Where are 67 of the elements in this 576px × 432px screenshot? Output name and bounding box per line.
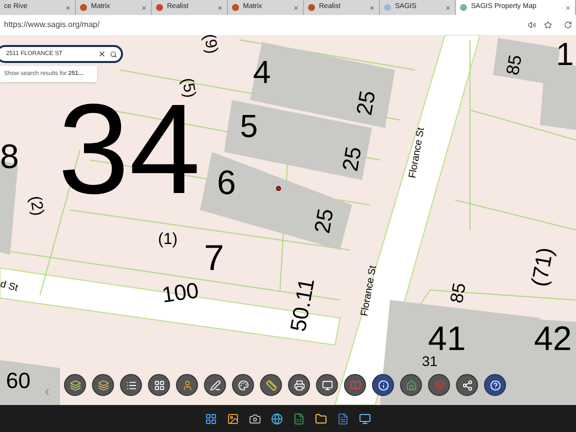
map-label: 85	[503, 54, 525, 76]
close-icon[interactable]	[141, 4, 147, 10]
map-label: 1	[556, 38, 574, 70]
map-label: 25	[353, 89, 380, 117]
printer-icon	[294, 380, 304, 390]
spreadsheet-icon[interactable]	[293, 412, 305, 424]
photos-icon[interactable]	[227, 412, 239, 424]
help-icon	[490, 380, 500, 390]
map-label: 42	[534, 322, 572, 356]
pen-icon	[210, 380, 220, 390]
person-icon	[182, 380, 192, 390]
palette-icon	[238, 380, 248, 390]
map-label: 5	[240, 110, 258, 142]
map-label: 60	[6, 370, 30, 392]
map-label: 25	[339, 145, 366, 173]
map-label: (1)	[158, 232, 178, 248]
map-label: 31	[422, 354, 438, 368]
magnet-icon	[434, 380, 444, 390]
map-label: d St	[0, 280, 19, 294]
map-label: 6	[217, 166, 236, 200]
refresh-icon[interactable]	[564, 21, 572, 29]
map-label: (9)	[200, 32, 220, 56]
map-label: 100	[160, 280, 200, 306]
grid-icon	[154, 380, 164, 390]
read-aloud-icon[interactable]	[528, 21, 536, 29]
close-icon[interactable]	[445, 4, 451, 10]
close-icon[interactable]	[65, 4, 71, 10]
layers-icon	[70, 380, 80, 390]
search-icon[interactable]	[110, 50, 117, 58]
monitor-icon	[322, 380, 332, 390]
map-label: (2)	[26, 194, 46, 218]
info-icon	[378, 380, 388, 390]
windows-start-icon[interactable]	[205, 412, 217, 424]
site-favicon-icon	[384, 4, 391, 11]
site-favicon-icon	[80, 4, 87, 11]
map-label: 25	[311, 207, 338, 235]
app-icon[interactable]	[359, 412, 371, 424]
site-favicon-icon	[232, 4, 239, 11]
site-favicon-icon	[308, 4, 315, 11]
close-icon[interactable]	[217, 4, 223, 10]
site-favicon-icon	[460, 4, 467, 11]
map-label: 85	[447, 282, 469, 304]
close-icon[interactable]	[565, 4, 571, 10]
map-label: Florance St	[360, 264, 379, 318]
clear-icon[interactable]	[98, 50, 106, 58]
map-label: 41	[428, 322, 466, 356]
share-icon	[462, 380, 472, 390]
map-label: 4	[253, 56, 271, 88]
url-text[interactable]: https://www.sagis.org/map/	[4, 19, 520, 31]
layers-icon	[98, 380, 108, 390]
document-icon[interactable]	[337, 412, 349, 424]
ruler-icon	[266, 380, 276, 390]
map-label: 7	[204, 240, 224, 276]
book-icon	[350, 380, 360, 390]
close-icon[interactable]	[369, 4, 375, 10]
map-label: (71)	[528, 246, 557, 288]
map-label: 34	[58, 102, 200, 198]
map-label: 8	[0, 140, 19, 174]
map-label: (5)	[178, 76, 198, 100]
home-icon	[406, 380, 416, 390]
browser-icon[interactable]	[271, 412, 283, 424]
map-label: 50.11	[287, 276, 318, 334]
close-icon[interactable]	[293, 4, 299, 10]
site-favicon-icon	[156, 4, 163, 11]
favorite-star-icon[interactable]	[544, 21, 552, 29]
map-label: Florance St	[408, 126, 427, 180]
folder-icon[interactable]	[315, 412, 327, 424]
